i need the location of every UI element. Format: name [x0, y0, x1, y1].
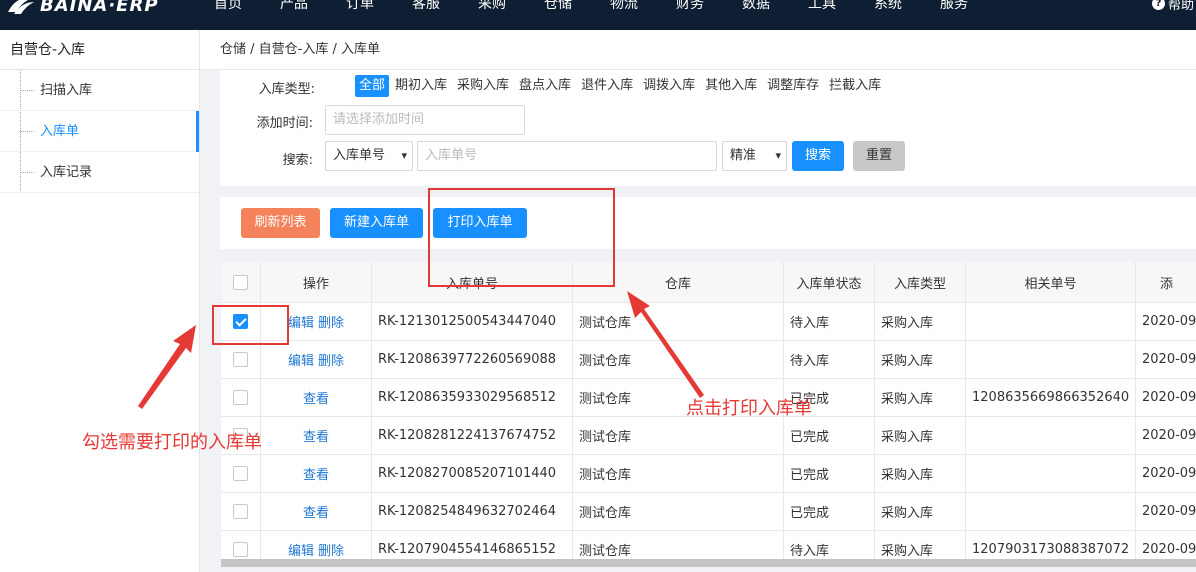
annotation-select-rows: 勾选需要打印的入库单: [82, 432, 262, 453]
arrow-to-checkbox: [138, 325, 196, 409]
arrow-to-print-button: [627, 291, 704, 398]
annotation-arrows: [138, 291, 704, 409]
annotation-click-print: 点击打印入库单: [686, 398, 812, 419]
